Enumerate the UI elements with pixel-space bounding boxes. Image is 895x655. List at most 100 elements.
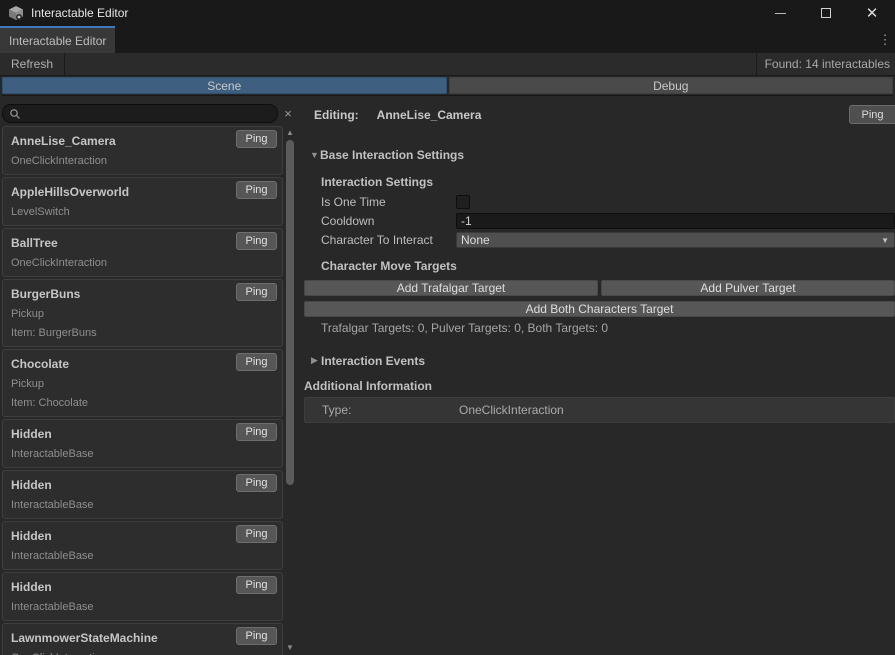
close-icon: ✕: [866, 6, 879, 21]
maximize-button[interactable]: [803, 0, 849, 26]
list-item[interactable]: Chocolate Ping Pickup Item: Chocolate: [2, 349, 283, 417]
list-item[interactable]: BurgerBuns Ping Pickup Item: BurgerBuns: [2, 279, 283, 347]
character-dropdown[interactable]: None ▼: [456, 232, 895, 248]
item-name: Hidden: [11, 525, 52, 543]
maximize-icon: [821, 8, 831, 18]
ping-button[interactable]: Ping: [236, 353, 277, 371]
ping-button[interactable]: Ping: [236, 181, 277, 199]
interactable-list: AnneLise_Camera Ping OneClickInteraction…: [0, 126, 283, 655]
editing-row: Editing: AnneLise_Camera Ping: [302, 106, 895, 124]
cooldown-field[interactable]: [456, 213, 895, 229]
tab-scene-label: Scene: [207, 79, 241, 93]
base-settings-foldout[interactable]: ▼ Base Interaction Settings: [302, 148, 895, 161]
ping-button[interactable]: Ping: [236, 627, 277, 645]
editing-target-name: AnneLise_Camera: [377, 108, 482, 122]
search-row: ×: [0, 97, 302, 126]
close-button[interactable]: ✕: [849, 0, 895, 26]
add-pulver-target-button[interactable]: Add Pulver Target: [601, 280, 895, 296]
ping-button[interactable]: Ping: [236, 423, 277, 441]
item-type: InteractableBase: [11, 448, 277, 460]
list-item-header: Chocolate Ping: [11, 353, 277, 371]
base-settings-foldout-label: Base Interaction Settings: [320, 148, 464, 162]
refresh-button[interactable]: Refresh: [0, 53, 65, 75]
tab-interactable-editor[interactable]: Interactable Editor: [0, 26, 115, 53]
scroll-thumb[interactable]: [286, 140, 294, 485]
add-trafalgar-target-button[interactable]: Add Trafalgar Target: [304, 280, 598, 296]
titlebar: Interactable Editor ✕: [0, 0, 895, 26]
list-item[interactable]: Hidden Ping InteractableBase: [2, 521, 283, 570]
tab-label: Interactable Editor: [9, 34, 106, 48]
item-name: Hidden: [11, 576, 52, 594]
target-buttons-row: Add Trafalgar Target Add Pulver Target: [304, 280, 895, 296]
main-content: × AnneLise_Camera Ping OneClickInteracti…: [0, 97, 895, 655]
list-scrollbar[interactable]: ▲ ▼: [283, 126, 297, 655]
item-type: OneClickInteraction: [11, 257, 277, 269]
list-item-header: LawnmowerStateMachine Ping: [11, 627, 277, 645]
foldout-closed-icon: ▶: [311, 355, 321, 366]
ping-button[interactable]: Ping: [236, 232, 277, 250]
ping-button[interactable]: Ping: [236, 130, 277, 148]
list-item-header: Hidden Ping: [11, 525, 277, 543]
list-item[interactable]: AppleHillsOverworld Ping LevelSwitch: [2, 177, 283, 226]
scroll-up-icon[interactable]: ▲: [286, 127, 294, 139]
interaction-settings-header: Interaction Settings: [302, 176, 895, 189]
item-type: Pickup: [11, 308, 277, 320]
item-type: InteractableBase: [11, 550, 277, 562]
list-item-header: BallTree Ping: [11, 232, 277, 250]
list-item[interactable]: Hidden Ping InteractableBase: [2, 419, 283, 468]
type-label: Type:: [322, 403, 459, 417]
toolbar: Refresh Found: 14 interactables: [0, 53, 895, 76]
scroll-track[interactable]: [283, 139, 297, 642]
minimize-button[interactable]: [757, 0, 803, 26]
window-controls: ✕: [757, 0, 895, 26]
list-item[interactable]: AnneLise_Camera Ping OneClickInteraction: [2, 126, 283, 175]
add-both-targets-button[interactable]: Add Both Characters Target: [304, 301, 895, 317]
search-clear-button[interactable]: ×: [278, 104, 298, 123]
list-item-header: Hidden Ping: [11, 474, 277, 492]
list-item[interactable]: BallTree Ping OneClickInteraction: [2, 228, 283, 277]
tab-debug[interactable]: Debug: [449, 77, 894, 94]
list-item-header: Hidden Ping: [11, 423, 277, 441]
search-input[interactable]: [2, 104, 278, 123]
list-item-header: Hidden Ping: [11, 576, 277, 594]
item-name: LawnmowerStateMachine: [11, 627, 158, 645]
tab-menu-button[interactable]: ⋮: [878, 26, 892, 53]
item-name: AnneLise_Camera: [11, 130, 116, 148]
ping-button[interactable]: Ping: [236, 576, 277, 594]
window-title: Interactable Editor: [31, 6, 128, 20]
editing-ping-button[interactable]: Ping: [849, 105, 895, 124]
is-one-time-checkbox[interactable]: [456, 195, 470, 209]
ping-button[interactable]: Ping: [236, 283, 277, 301]
cooldown-row: Cooldown: [302, 213, 895, 229]
clear-icon: ×: [284, 106, 292, 121]
item-name: AppleHillsOverworld: [11, 181, 129, 199]
item-detail: Item: Chocolate: [11, 397, 277, 409]
ping-button[interactable]: Ping: [236, 474, 277, 492]
item-name: Hidden: [11, 423, 52, 441]
type-value: OneClickInteraction: [459, 403, 564, 417]
ping-button[interactable]: Ping: [236, 525, 277, 543]
type-info-box: Type: OneClickInteraction: [304, 397, 895, 423]
targets-summary: Trafalgar Targets: 0, Pulver Targets: 0,…: [302, 322, 895, 335]
item-name: Hidden: [11, 474, 52, 492]
list-item[interactable]: Hidden Ping InteractableBase: [2, 572, 283, 621]
mode-tabs: Scene Debug: [2, 77, 893, 96]
interactable-list-panel: × AnneLise_Camera Ping OneClickInteracti…: [0, 97, 302, 655]
character-label: Character To Interact: [321, 233, 456, 247]
list-item-header: AnneLise_Camera Ping: [11, 130, 277, 148]
list-item[interactable]: Hidden Ping InteractableBase: [2, 470, 283, 519]
list-item[interactable]: LawnmowerStateMachine Ping OneClickInter…: [2, 623, 283, 655]
minimize-icon: [775, 13, 786, 14]
list-wrap: AnneLise_Camera Ping OneClickInteraction…: [0, 126, 302, 655]
item-name: BallTree: [11, 232, 58, 250]
move-targets-header: Character Move Targets: [302, 260, 895, 273]
interaction-events-foldout[interactable]: ▶ Interaction Events: [302, 354, 895, 367]
editing-label: Editing:: [314, 108, 359, 122]
list-item-header: AppleHillsOverworld Ping: [11, 181, 277, 199]
character-dropdown-value: None: [461, 233, 490, 247]
chevron-down-icon: ▼: [881, 236, 889, 245]
tab-scene[interactable]: Scene: [2, 77, 447, 94]
scroll-down-icon[interactable]: ▼: [286, 642, 294, 654]
item-name: Chocolate: [11, 353, 69, 371]
editor-panel: Editing: AnneLise_Camera Ping ▼ Base Int…: [302, 97, 895, 655]
